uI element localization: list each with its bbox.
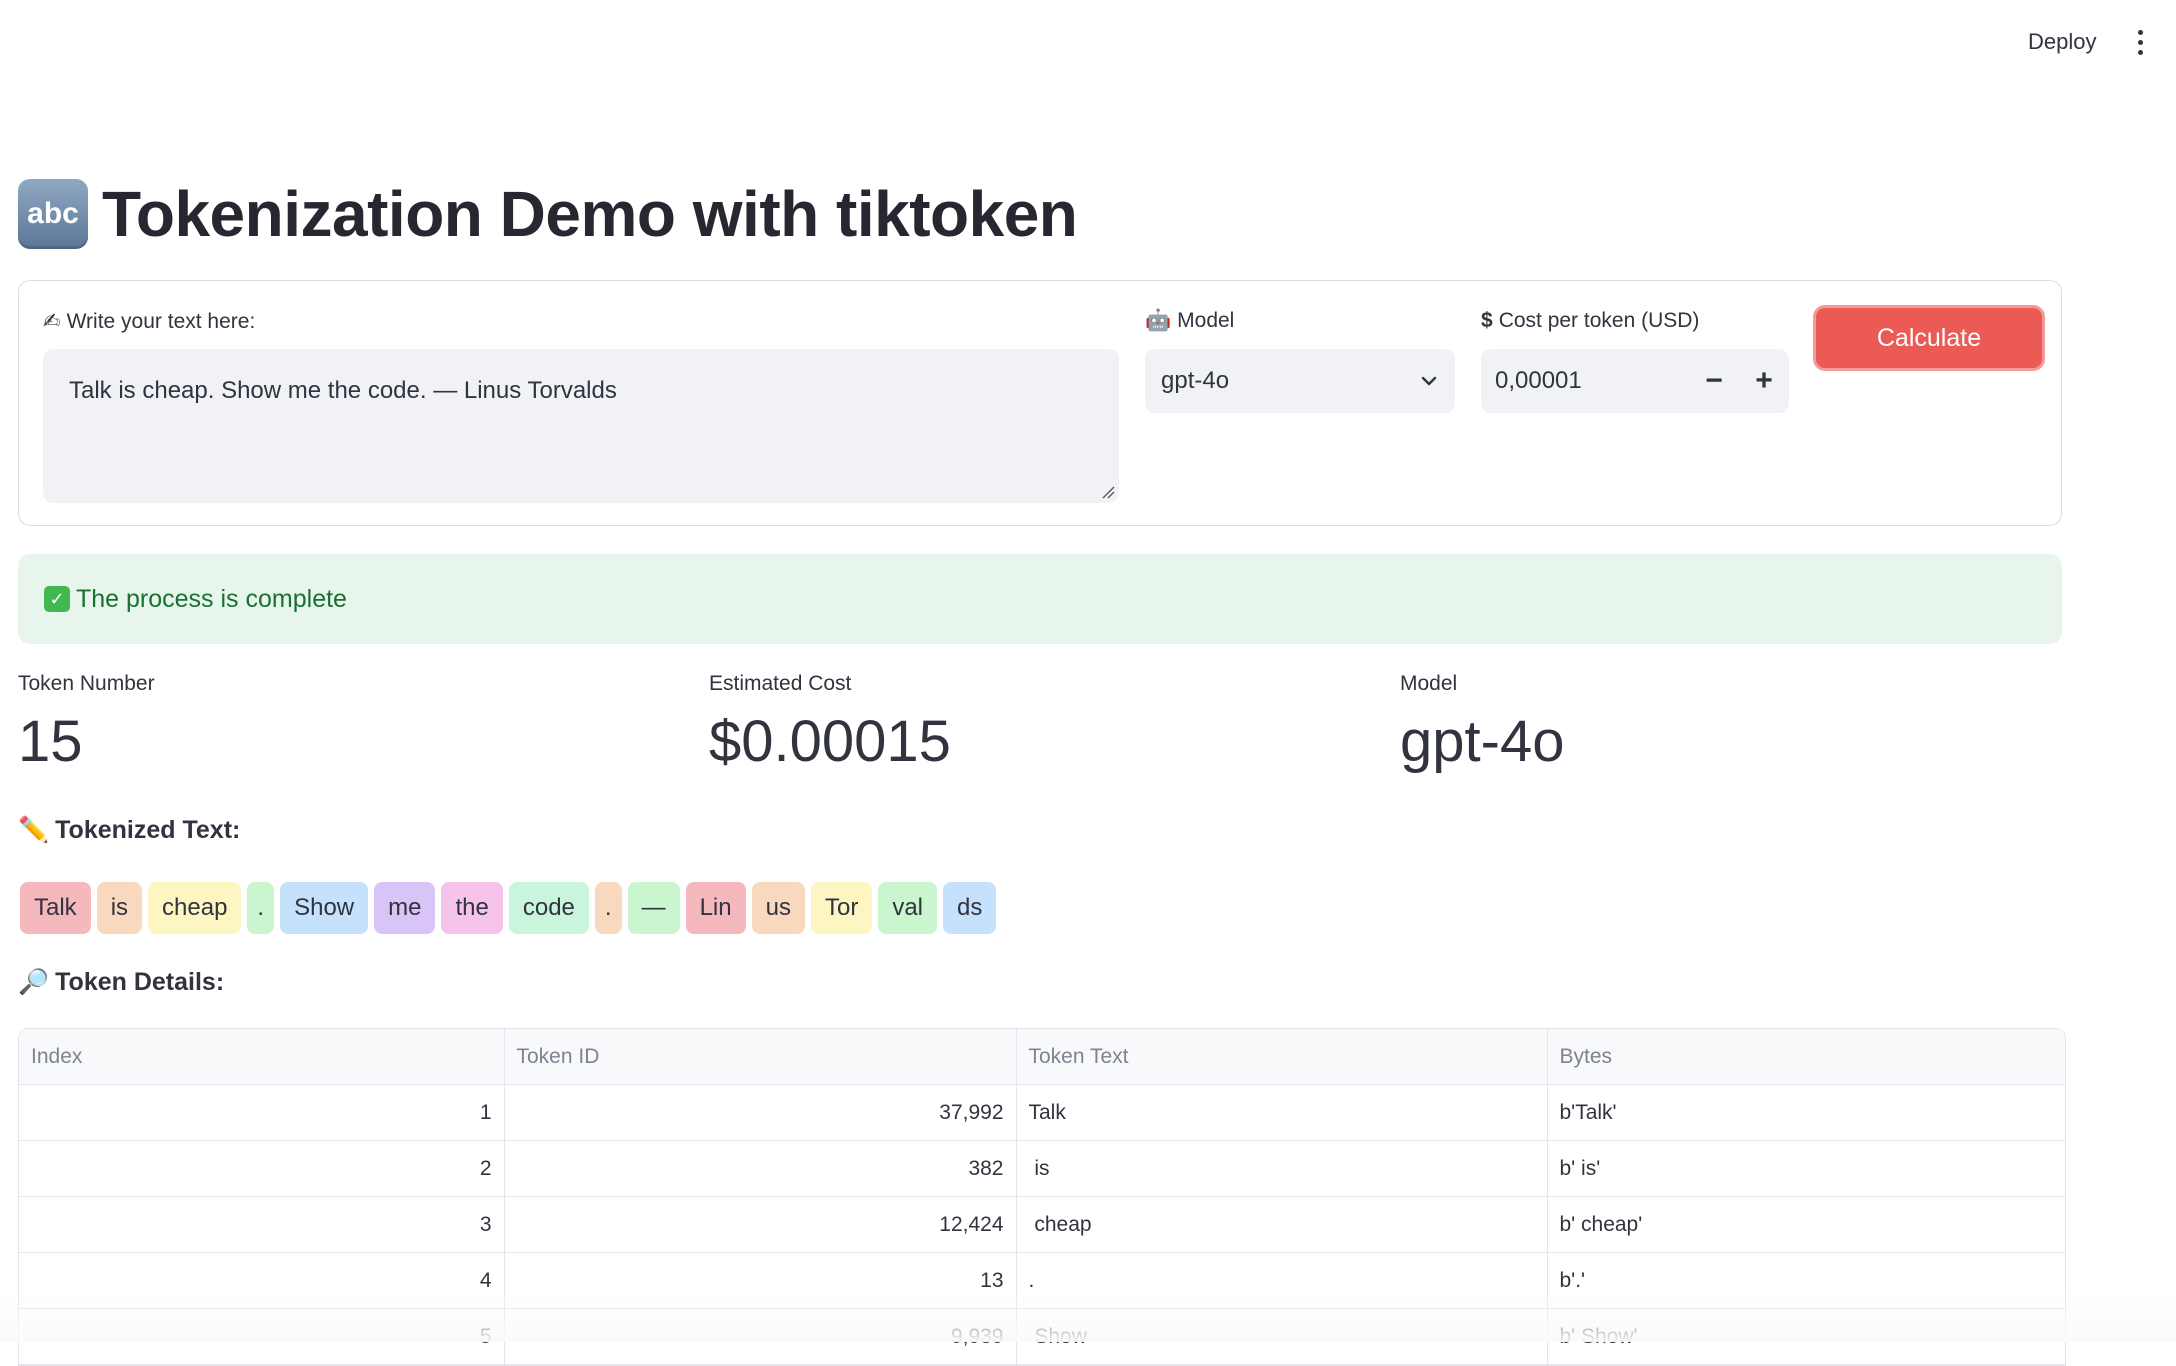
table-row: 4 13 . b'.' xyxy=(19,1252,2065,1309)
token-details-table[interactable]: Index Token ID Token Text Bytes 1 37,992… xyxy=(18,1028,2066,1366)
token-chip: val xyxy=(878,882,937,934)
cell-index[interactable]: 5 xyxy=(19,1308,505,1365)
token-chip: — xyxy=(627,882,680,934)
model-select-value: gpt-4o xyxy=(1161,367,1230,394)
table-row: 3 12,424 cheap b' cheap' xyxy=(19,1196,2065,1253)
metric-label: Model xyxy=(1400,672,1458,695)
token-list: Talk is cheap . Show me the code . — Lin… xyxy=(20,882,997,934)
tokenized-heading: ✏️ Tokenized Text: xyxy=(18,816,241,844)
cell-token-text[interactable]: Show xyxy=(1016,1308,1548,1365)
more-options-icon[interactable] xyxy=(2126,22,2154,62)
success-banner: ✓ The process is complete xyxy=(18,554,2062,644)
model-select[interactable]: gpt-4o xyxy=(1145,349,1455,413)
token-chip: cheap xyxy=(148,882,242,934)
table-row: 5 9,939 Show b' Show' xyxy=(19,1308,2065,1365)
token-chip: . xyxy=(594,882,622,934)
deploy-button[interactable]: Deploy xyxy=(2012,20,2112,64)
cell-bytes[interactable]: b' cheap' xyxy=(1547,1196,2065,1253)
table-row: 1 37,992 Talk b'Talk' xyxy=(19,1084,2065,1141)
token-details-heading: 🔎 Token Details: xyxy=(18,968,225,996)
text-input[interactable]: Talk is cheap. Show me the code. — Linus… xyxy=(43,349,1119,503)
token-chip: Tor xyxy=(810,882,873,934)
cell-token-id[interactable]: 9,939 xyxy=(504,1308,1017,1365)
magnifier-icon: 🔎 xyxy=(18,968,50,996)
metric-value: $0.00015 xyxy=(709,709,951,774)
check-mark-icon: ✓ xyxy=(44,586,70,612)
top-toolbar: Deploy xyxy=(0,0,2176,84)
token-chip: the xyxy=(441,882,503,934)
decrement-button[interactable]: − xyxy=(1689,349,1739,413)
abc-icon: abc xyxy=(18,179,88,249)
resize-handle-icon[interactable] xyxy=(1101,485,1115,499)
column-header-token-text[interactable]: Token Text xyxy=(1016,1029,1548,1085)
metric-label: Token Number xyxy=(18,672,155,695)
cell-token-id[interactable]: 13 xyxy=(504,1252,1017,1309)
token-chip: ds xyxy=(943,882,997,934)
column-header-bytes[interactable]: Bytes xyxy=(1547,1029,2065,1085)
calculate-button[interactable]: Calculate xyxy=(1813,305,2045,371)
cell-token-id[interactable]: 37,992 xyxy=(504,1084,1017,1141)
dollar-icon: $ xyxy=(1481,309,1493,332)
robot-icon: 🤖 xyxy=(1145,309,1172,332)
token-chip: us xyxy=(751,882,805,934)
text-label: ✍ Write your text here: xyxy=(43,309,256,334)
model-label: 🤖 Model xyxy=(1145,309,1235,332)
input-form: ✍ Write your text here: Talk is cheap. S… xyxy=(18,280,2062,526)
cell-bytes[interactable]: b'Talk' xyxy=(1547,1084,2065,1141)
metric-token-number: Token Number 15 xyxy=(18,672,155,775)
metric-estimated-cost: Estimated Cost $0.00015 xyxy=(709,672,951,775)
cost-input-value[interactable]: 0,00001 xyxy=(1481,367,1689,395)
page-title: abc Tokenization Demo with tiktoken xyxy=(18,172,1078,256)
pencil-icon: ✏️ xyxy=(18,816,50,844)
cell-token-id[interactable]: 382 xyxy=(504,1140,1017,1197)
metric-value: gpt-4o xyxy=(1400,709,1565,774)
cell-token-text[interactable]: . xyxy=(1016,1252,1548,1309)
cost-input[interactable]: 0,00001 − + xyxy=(1481,349,1789,413)
column-header-token-id[interactable]: Token ID xyxy=(504,1029,1017,1085)
token-chip: is xyxy=(96,882,143,934)
page-title-text: Tokenization Demo with tiktoken xyxy=(102,178,1078,250)
writing-hand-icon: ✍ xyxy=(43,310,61,333)
cell-token-id[interactable]: 12,424 xyxy=(504,1196,1017,1253)
chevron-down-icon xyxy=(1421,376,1437,386)
metric-label: Estimated Cost xyxy=(709,672,852,695)
column-header-index[interactable]: Index xyxy=(19,1029,505,1085)
cell-index[interactable]: 3 xyxy=(19,1196,505,1253)
text-input-value: Talk is cheap. Show me the code. — Linus… xyxy=(69,377,617,404)
token-chip: . xyxy=(247,882,275,934)
cell-token-text[interactable]: Talk xyxy=(1016,1084,1548,1141)
cell-bytes[interactable]: b' Show' xyxy=(1547,1308,2065,1365)
increment-button[interactable]: + xyxy=(1739,349,1789,413)
cell-token-text[interactable]: cheap xyxy=(1016,1196,1548,1253)
cell-bytes[interactable]: b' is' xyxy=(1547,1140,2065,1197)
table-header-row: Index Token ID Token Text Bytes xyxy=(19,1029,2065,1085)
table-row: 2 382 is b' is' xyxy=(19,1140,2065,1197)
token-chip: code xyxy=(508,882,589,934)
token-chip: me xyxy=(374,882,436,934)
cell-index[interactable]: 4 xyxy=(19,1252,505,1309)
cost-label: $ Cost per token (USD) xyxy=(1481,309,1700,332)
metric-value: 15 xyxy=(18,709,83,774)
cell-bytes[interactable]: b'.' xyxy=(1547,1252,2065,1309)
cell-index[interactable]: 2 xyxy=(19,1140,505,1197)
cell-index[interactable]: 1 xyxy=(19,1084,505,1141)
success-message: The process is complete xyxy=(76,584,347,613)
token-chip: Talk xyxy=(20,882,91,934)
token-chip: Lin xyxy=(685,882,746,934)
cell-token-text[interactable]: is xyxy=(1016,1140,1548,1197)
token-chip: Show xyxy=(280,882,369,934)
metric-model: Model gpt-4o xyxy=(1400,672,1564,775)
